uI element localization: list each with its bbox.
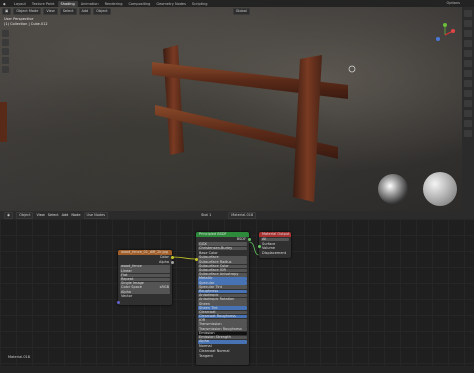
collection-info: (1) Collection | Cube.012 [4, 22, 48, 26]
render-properties-icon[interactable] [464, 20, 472, 27]
scale-tool-icon[interactable] [2, 66, 9, 73]
cursor-tool-icon[interactable] [2, 39, 9, 46]
node-editor-canvas[interactable]: wood_fence_01_diff_2k.jpg Color Alpha wo… [0, 219, 474, 366]
rotate-tool-icon[interactable] [2, 57, 9, 64]
object-properties-icon[interactable] [464, 70, 472, 77]
tab-layout[interactable]: Layout [11, 1, 29, 7]
left-edge-post [0, 102, 7, 142]
tab-scripting[interactable]: Scripting [189, 1, 211, 7]
right-post [293, 55, 322, 202]
node-editor-type-button[interactable]: ◉ [4, 211, 14, 219]
menu-view[interactable]: View [43, 7, 58, 15]
tangent-input: Tangent [199, 353, 213, 358]
select-tool-icon[interactable] [2, 30, 9, 37]
blender-logo-icon[interactable]: ◆ [0, 1, 11, 7]
tab-texture-paint[interactable]: Texture Paint [29, 1, 58, 7]
slot-dropdown[interactable]: Slot 1 [201, 213, 211, 218]
bsdf-output-socket[interactable] [247, 238, 251, 241]
principled-bsdf-node[interactable]: Principled BSDF BSDF GGX Christensen-Bur… [194, 232, 251, 365]
menu-view[interactable]: View [36, 213, 44, 218]
alpha-field[interactable]: Alpha [198, 339, 247, 344]
toolbar-left [2, 30, 9, 75]
matte-preview-ball [423, 172, 457, 206]
base-color-socket[interactable] [194, 258, 198, 261]
constraints-icon[interactable] [464, 110, 472, 117]
vector-input: Vector [121, 294, 133, 299]
orientation-dropdown[interactable]: Global [232, 7, 250, 15]
tab-geometry-nodes[interactable]: Geometry Nodes [153, 1, 189, 7]
properties-sidebar [462, 7, 474, 211]
workspace-tabs: ◆ Layout Texture Paint Shading Animation… [0, 0, 211, 7]
modifier-properties-icon[interactable] [464, 80, 472, 87]
surface-socket[interactable] [257, 245, 261, 248]
displacement-input: Displacement [262, 251, 287, 256]
3d-cursor-icon[interactable] [348, 65, 356, 73]
tab-animation[interactable]: Animation [78, 1, 102, 7]
status-bar [0, 366, 474, 373]
3d-viewport[interactable] [0, 7, 462, 211]
viewport-header: ▣ Object Mode View Select Add Object Glo… [0, 7, 464, 15]
material-properties-icon[interactable] [464, 130, 472, 137]
chrome-preview-ball [378, 174, 408, 204]
material-output-node[interactable]: Material Output All Surface Volume Displ… [257, 232, 291, 258]
alpha-dropdown[interactable]: Alpha [120, 290, 170, 294]
target-dropdown[interactable]: All [261, 237, 289, 242]
physics-icon[interactable] [464, 100, 472, 107]
use-nodes-checkbox[interactable]: Use Nodes [83, 211, 109, 219]
data-properties-icon[interactable] [464, 120, 472, 127]
left-post [163, 45, 184, 155]
fence-render [0, 23, 457, 206]
output-properties-icon[interactable] [464, 30, 472, 37]
material-selector[interactable]: Material.018 [228, 211, 257, 219]
alpha-socket[interactable] [170, 261, 174, 264]
menu-add[interactable]: Add [78, 7, 92, 15]
world-properties-icon[interactable] [464, 60, 472, 67]
options-label[interactable]: Options [446, 1, 460, 6]
scene-properties-icon[interactable] [464, 50, 472, 57]
tab-shading[interactable]: Shading [57, 0, 78, 7]
top-menu-bar: ◆ Layout Texture Paint Shading Animation… [0, 0, 474, 7]
color-socket[interactable] [170, 256, 174, 259]
menu-select[interactable]: Select [59, 7, 77, 15]
menu-node[interactable]: Node [71, 213, 80, 218]
viewport-info: User Perspective (1) Collection | Cube.0… [4, 17, 48, 27]
tool-properties-icon[interactable] [464, 10, 472, 17]
particles-icon[interactable] [464, 90, 472, 97]
menu-add[interactable]: Add [62, 213, 69, 218]
material-name-label: Material.018 [8, 355, 31, 359]
move-tool-icon[interactable] [2, 48, 9, 55]
vector-socket[interactable] [116, 301, 120, 304]
menu-object[interactable]: Object [93, 7, 111, 15]
image-texture-node[interactable]: wood_fence_01_diff_2k.jpg Color Alpha wo… [116, 250, 174, 305]
tab-compositing[interactable]: Compositing [125, 1, 153, 7]
view-layer-icon[interactable] [464, 40, 472, 47]
subsurface-method-dropdown[interactable]: Christensen-Burley [198, 246, 247, 251]
editor-type-button[interactable]: ▣ [2, 7, 12, 15]
node-editor-header: ◉ Object View Select Add Node Use Nodes … [0, 211, 474, 219]
object-dropdown[interactable]: Object [16, 211, 34, 219]
tab-rendering[interactable]: Rendering [102, 1, 126, 7]
mode-dropdown[interactable]: Object Mode [13, 7, 42, 15]
menu-select[interactable]: Select [48, 213, 59, 218]
navigation-gizmo[interactable] [436, 23, 455, 41]
clearcoat-roughness-field[interactable]: Clearcoat Roughness [198, 314, 247, 319]
